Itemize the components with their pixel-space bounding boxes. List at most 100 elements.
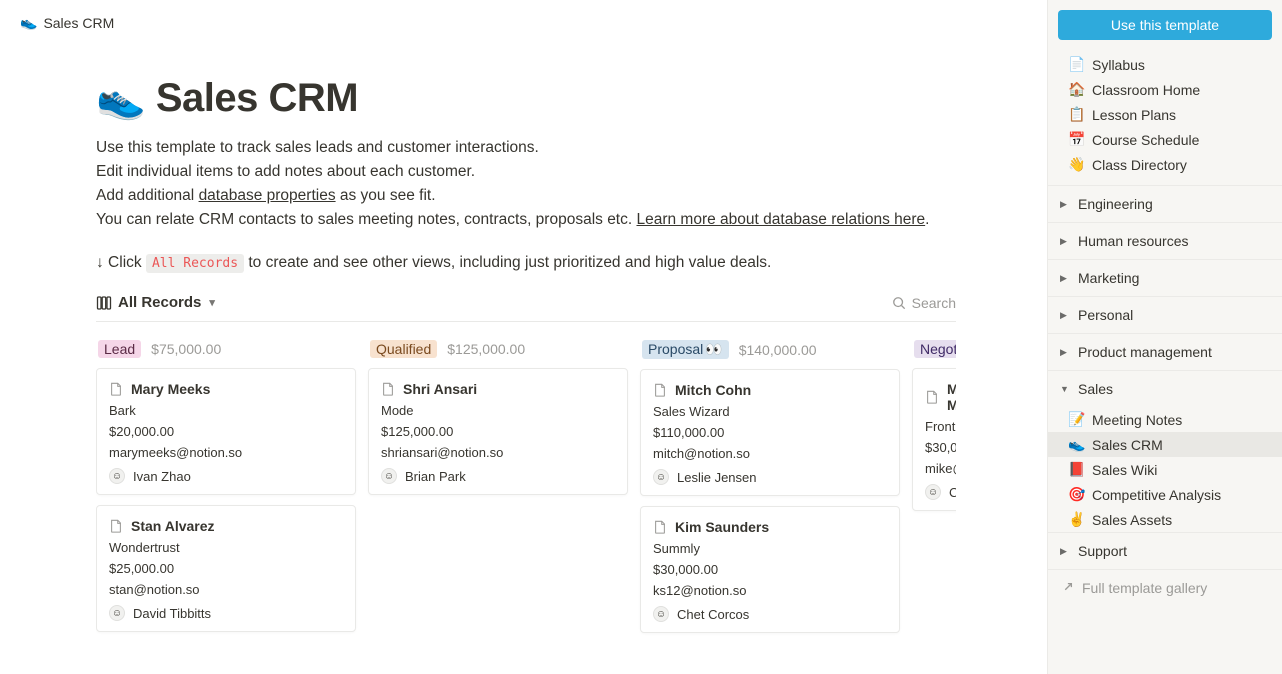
sidebar-item-course-schedule[interactable]: 📅 Course Schedule bbox=[1048, 127, 1282, 152]
sidebar-item-sales-wiki[interactable]: 📕 Sales Wiki bbox=[1048, 457, 1282, 482]
sidebar-item-competitive-analysis[interactable]: 🎯Competitive Analysis bbox=[1048, 482, 1282, 507]
page-icon bbox=[381, 382, 395, 396]
sidebar-group-engineering[interactable]: ▶Engineering bbox=[1048, 185, 1282, 222]
card-company: Sales Wizard bbox=[653, 404, 887, 419]
card[interactable]: Stan Alvarez Wondertrust $25,000.00 stan… bbox=[96, 505, 356, 632]
hint-code: All Records bbox=[146, 254, 244, 273]
sidebar-item-label: Sales Assets bbox=[1092, 512, 1172, 528]
hint-suffix: to create and see other views, including… bbox=[248, 254, 771, 271]
sidebar-group-label: Marketing bbox=[1078, 270, 1139, 286]
card-company: Bark bbox=[109, 403, 343, 418]
card-email: stan@notion.so bbox=[109, 582, 343, 597]
avatar: ☺ bbox=[653, 469, 669, 485]
sidebar-item-label: Course Schedule bbox=[1092, 132, 1199, 148]
card-name: Shri Ansari bbox=[403, 381, 477, 397]
sidebar-group-sales[interactable]: ▼Sales bbox=[1048, 370, 1282, 407]
card[interactable]: Kim Saunders Summly $30,000.00 ks12@noti… bbox=[640, 506, 900, 633]
chevron-right-icon: ▶ bbox=[1060, 546, 1070, 557]
page-icon bbox=[653, 383, 667, 397]
card-value: $25,000.00 bbox=[109, 561, 343, 576]
sidebar-item-label: Classroom Home bbox=[1092, 82, 1200, 98]
board-column-qualified: Qualified $125,000.00 Shri Ansari Mode $… bbox=[368, 340, 628, 643]
card-email: mitch@notion.so bbox=[653, 446, 887, 461]
sidebar-item-label: Lesson Plans bbox=[1092, 107, 1176, 123]
search-button[interactable]: Search bbox=[892, 295, 956, 311]
column-tag: Negotiation bbox=[914, 340, 956, 358]
page-description: Use this template to track sales leads a… bbox=[96, 136, 956, 232]
card-name: Mary Meeks bbox=[131, 381, 210, 397]
avatar: ☺ bbox=[109, 468, 125, 484]
sidebar-group-label: Product management bbox=[1078, 344, 1212, 360]
sidebar-item-lesson-plans[interactable]: 📋 Lesson Plans bbox=[1048, 102, 1282, 127]
hint-text: ↓ Click All Records to create and see ot… bbox=[96, 254, 956, 272]
card[interactable]: Mitch Cohn Sales Wizard $110,000.00 mitc… bbox=[640, 369, 900, 496]
calendar-icon: 📅 bbox=[1068, 131, 1084, 148]
database-relations-link[interactable]: Learn more about database relations here bbox=[636, 211, 925, 228]
chevron-right-icon: ▶ bbox=[1060, 347, 1070, 358]
chevron-down-icon: ▾ bbox=[209, 296, 215, 309]
page-icon bbox=[109, 519, 123, 533]
external-link-icon bbox=[1060, 581, 1074, 595]
sidebar-group-label: Personal bbox=[1078, 307, 1133, 323]
chevron-right-icon: ▶ bbox=[1060, 199, 1070, 210]
board-view-icon bbox=[96, 295, 112, 311]
card[interactable]: Mary Meeks Bark $20,000.00 marymeeks@not… bbox=[96, 368, 356, 495]
book-icon: 📕 bbox=[1068, 461, 1084, 478]
home-icon: 🏠 bbox=[1068, 81, 1084, 98]
card-email: marymeeks@notion.so bbox=[109, 445, 343, 460]
sidebar-item-classroom-home[interactable]: 🏠 Classroom Home bbox=[1048, 77, 1282, 102]
sidebar-item-label: Sales Wiki bbox=[1092, 462, 1157, 478]
breadcrumb[interactable]: 👟 Sales CRM bbox=[0, 0, 1047, 39]
card-email: shriansari@notion.so bbox=[381, 445, 615, 460]
card-name: Mike Mendez bbox=[947, 381, 956, 413]
sidebar-item-label: Syllabus bbox=[1092, 57, 1145, 73]
clipboard-icon: 📋 bbox=[1068, 106, 1084, 123]
card-email: ks12@notion.so bbox=[653, 583, 887, 598]
column-amount: $125,000.00 bbox=[447, 341, 525, 357]
view-selector[interactable]: All Records ▾ bbox=[96, 294, 215, 311]
card-value: $110,000.00 bbox=[653, 425, 887, 440]
breadcrumb-title: Sales CRM bbox=[43, 15, 114, 31]
sidebar-item-sales-assets[interactable]: ✌️ Sales Assets bbox=[1048, 507, 1282, 532]
sidebar-group-support[interactable]: ▶ Support bbox=[1048, 532, 1282, 569]
card-owner: Chet Corcos bbox=[949, 485, 956, 500]
sidebar-item-meeting-notes[interactable]: 📝Meeting Notes bbox=[1048, 407, 1282, 432]
card[interactable]: Mike Mendez Frontier Tech $30,000.00 mik… bbox=[912, 368, 956, 511]
page-icon bbox=[109, 382, 123, 396]
card-owner: David Tibbitts bbox=[133, 606, 211, 621]
sidebar-item-syllabus[interactable]: 📄Syllabus bbox=[1048, 52, 1282, 77]
avatar: ☺ bbox=[653, 606, 669, 622]
chevron-right-icon: ▶ bbox=[1060, 310, 1070, 321]
sidebar-group-marketing[interactable]: ▶Marketing bbox=[1048, 259, 1282, 296]
page-icon bbox=[925, 390, 939, 404]
desc-line: You can relate CRM contacts to sales mee… bbox=[96, 208, 956, 232]
sidebar-item-sales-crm[interactable]: 👟Sales CRM bbox=[1048, 432, 1282, 457]
full-template-gallery-link[interactable]: Full template gallery bbox=[1048, 569, 1282, 606]
sidebar-group-personal[interactable]: ▶ Personal bbox=[1048, 296, 1282, 333]
card-name: Stan Alvarez bbox=[131, 518, 215, 534]
desc-line: Use this template to track sales leads a… bbox=[96, 136, 956, 160]
search-label: Search bbox=[912, 295, 956, 311]
board-column-lead: Lead $75,000.00 Mary Meeks Bark $20,000.… bbox=[96, 340, 356, 643]
card-company: Mode bbox=[381, 403, 615, 418]
card-owner: Brian Park bbox=[405, 469, 466, 484]
desc-text: . bbox=[925, 211, 929, 228]
board-column-negotiation: Negotiation $30, Mike Mendez Frontier Te… bbox=[912, 340, 956, 643]
sidebar-group-label: Support bbox=[1078, 543, 1127, 559]
use-template-button[interactable]: Use this template bbox=[1058, 10, 1272, 40]
breadcrumb-emoji: 👟 bbox=[20, 14, 37, 31]
sidebar-group-human-resources[interactable]: ▶Human resources bbox=[1048, 222, 1282, 259]
pencil-icon: 📝 bbox=[1068, 411, 1084, 428]
sidebar-group-product-management[interactable]: ▶ Product management bbox=[1048, 333, 1282, 370]
database-properties-link[interactable]: database properties bbox=[199, 187, 336, 204]
avatar: ☺ bbox=[109, 605, 125, 621]
desc-text: You can relate CRM contacts to sales mee… bbox=[96, 211, 636, 228]
board: Lead $75,000.00 Mary Meeks Bark $20,000.… bbox=[96, 340, 956, 643]
card-value: $30,000.00 bbox=[925, 440, 956, 455]
chevron-down-icon: ▼ bbox=[1060, 384, 1070, 394]
card[interactable]: Shri Ansari Mode $125,000.00 shriansari@… bbox=[368, 368, 628, 495]
card-email: mike@notion.so bbox=[925, 461, 956, 476]
eyes-icon: 👀 bbox=[705, 341, 722, 357]
victory-icon: ✌️ bbox=[1068, 511, 1084, 528]
sidebar-item-class-directory[interactable]: 👋Class Directory bbox=[1048, 152, 1282, 177]
